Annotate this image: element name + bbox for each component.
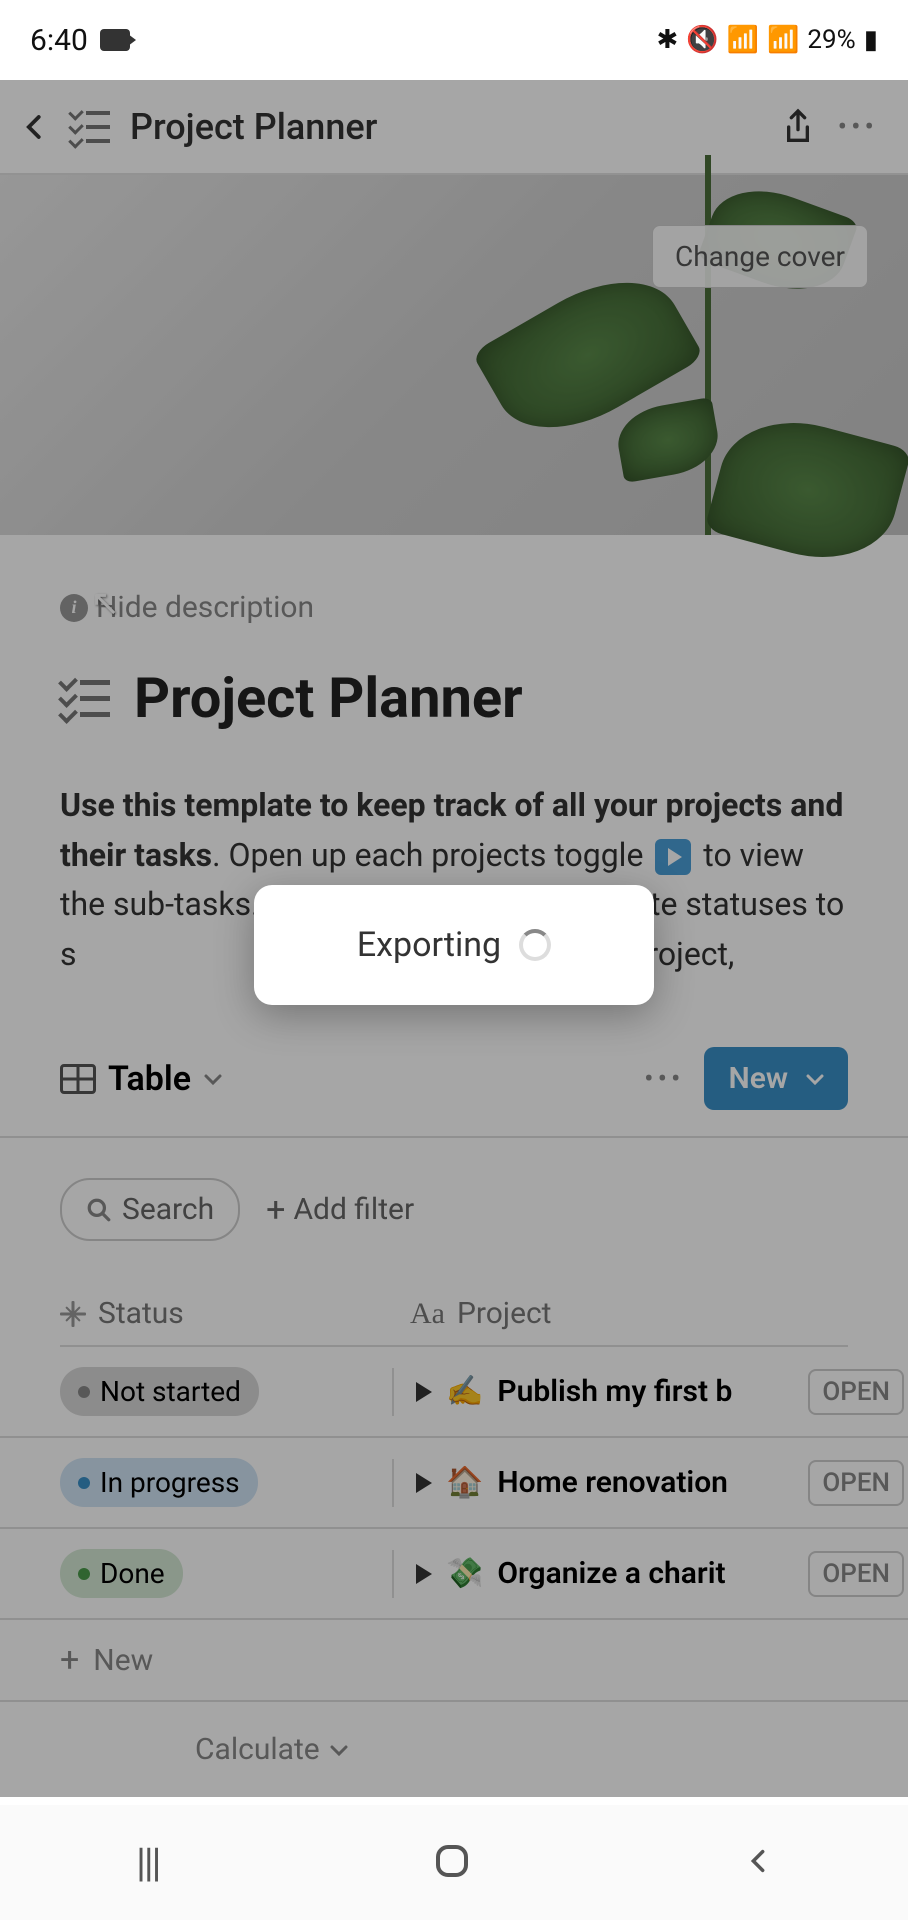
android-nav-bar: ||| [0,1805,908,1920]
clock: 6:40 [30,23,88,58]
battery-pct: 29% [807,25,855,55]
bluetooth-icon: ✱ [656,25,678,55]
modal-text: Exporting [357,925,501,965]
spinner-icon [519,929,551,961]
android-status-bar: 6:40 ✱ 🔇 📶 📶 29% ▮ [0,0,908,80]
battery-icon: ▮ [864,25,878,55]
mute-icon: 🔇 [686,25,718,55]
recents-button[interactable]: ||| [136,1839,159,1886]
signal-icon: 📶 [767,25,799,55]
exporting-modal: Exporting [254,885,654,1005]
wifi-icon: 📶 [727,25,759,55]
recording-icon [100,29,130,51]
home-button[interactable] [432,1841,472,1885]
back-button[interactable] [744,1843,772,1883]
